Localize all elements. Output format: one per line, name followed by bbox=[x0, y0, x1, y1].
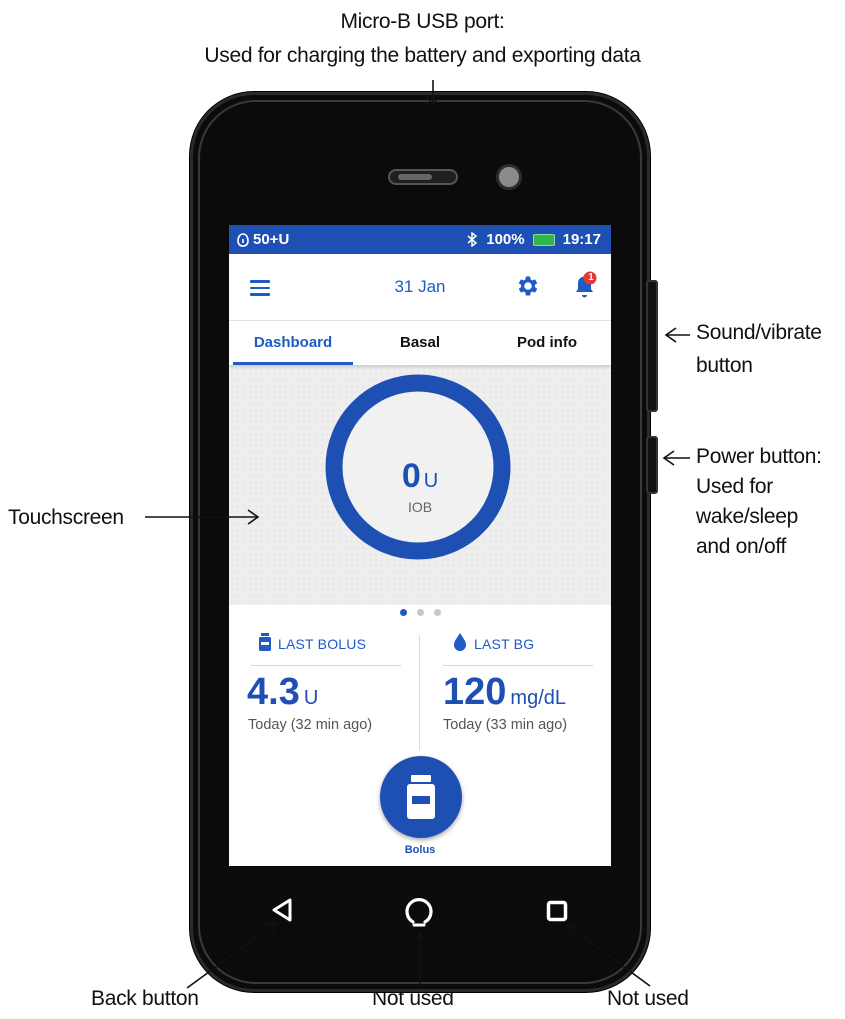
bolus-button-label: Bolus bbox=[404, 844, 436, 856]
active-tab-indicator bbox=[233, 362, 353, 365]
sound-vibrate-button[interactable] bbox=[646, 280, 658, 412]
last-bg-time: Today (33 min ago) bbox=[443, 717, 568, 733]
battery-percent: 100% bbox=[486, 231, 525, 248]
power-button[interactable] bbox=[646, 436, 658, 494]
last-bg-amount: 120 mg/dL bbox=[443, 671, 566, 714]
bolus-vial-icon bbox=[407, 775, 435, 819]
app-bar: 31 Jan 1 bbox=[229, 254, 611, 321]
bolus-button[interactable] bbox=[380, 756, 462, 838]
gear-icon[interactable] bbox=[515, 273, 541, 299]
touchscreen[interactable]: 50+U 100% 19:17 31 Jan 1 Dashboard Basal… bbox=[229, 225, 611, 866]
status-time: 19:17 bbox=[562, 231, 601, 248]
last-bolus-unit: U bbox=[303, 687, 319, 709]
bolus-vial-icon bbox=[259, 633, 271, 651]
back-icon[interactable] bbox=[270, 897, 294, 923]
pod-insulin-remaining: 50+U bbox=[253, 231, 290, 248]
power-arrowhead bbox=[662, 450, 675, 466]
last-bolus-title: LAST BOLUS bbox=[278, 636, 367, 652]
power-button-callout-line3: wake/sleep bbox=[696, 505, 799, 528]
touchscreen-callout: Touchscreen bbox=[8, 506, 124, 529]
bluetooth-icon bbox=[467, 232, 478, 247]
blood-drop-icon bbox=[454, 633, 466, 651]
iob-unit: U bbox=[423, 470, 439, 492]
back-button-callout: Back button bbox=[91, 987, 199, 1010]
status-bar: 50+U 100% 19:17 bbox=[229, 225, 611, 254]
last-bolus-value: 4.3 bbox=[247, 671, 300, 713]
power-button-callout-line4: and on/off bbox=[696, 535, 787, 558]
page-dot[interactable] bbox=[399, 609, 407, 616]
last-bg-title: LAST BG bbox=[474, 636, 535, 652]
power-button-callout-line1: Power button: bbox=[696, 445, 822, 468]
last-bolus-amount: 4.3 U bbox=[247, 671, 318, 714]
sound-button-callout-line1: Sound/vibrate bbox=[696, 321, 822, 344]
tab-dashboard[interactable]: Dashboard bbox=[233, 321, 353, 365]
last-bg-divider bbox=[443, 665, 593, 666]
iob-panel[interactable]: 0U IOB bbox=[229, 365, 611, 605]
usb-port-callout-line2: Used for charging the battery and export… bbox=[204, 44, 641, 67]
sound-button-callout-line2: button bbox=[696, 354, 753, 377]
earpiece-speaker bbox=[388, 169, 458, 185]
page-dot[interactable] bbox=[416, 609, 424, 616]
home-icon[interactable] bbox=[402, 893, 436, 929]
iob-number: 0 bbox=[401, 457, 421, 495]
battery-icon bbox=[532, 233, 555, 246]
tab-basal[interactable]: Basal bbox=[360, 321, 480, 365]
tab-pod-info[interactable]: Pod info bbox=[487, 321, 607, 365]
last-bolus-time: Today (32 min ago) bbox=[248, 717, 373, 733]
usb-port-callout-line1: Micro-B USB port: bbox=[340, 10, 505, 33]
front-camera bbox=[496, 164, 522, 190]
power-button-callout-line2: Used for bbox=[696, 475, 773, 498]
iob-label: IOB bbox=[407, 499, 433, 515]
notification-count: 1 bbox=[588, 272, 594, 283]
page-indicator bbox=[229, 609, 611, 616]
recent-button-callout: Not used bbox=[607, 987, 689, 1010]
last-bg-value: 120 bbox=[443, 671, 507, 713]
last-bolus-divider bbox=[251, 665, 401, 666]
last-bg-unit: mg/dL bbox=[510, 687, 566, 709]
iob-value: 0U bbox=[229, 457, 611, 496]
page-dot[interactable] bbox=[433, 609, 441, 616]
recent-apps-icon[interactable] bbox=[546, 900, 568, 922]
sound-arrowhead bbox=[664, 327, 677, 343]
current-date: 31 Jan bbox=[394, 277, 446, 296]
tab-bar: Dashboard Basal Pod info bbox=[229, 321, 611, 365]
pod-drop-icon bbox=[237, 232, 249, 247]
card-divider bbox=[419, 635, 420, 750]
